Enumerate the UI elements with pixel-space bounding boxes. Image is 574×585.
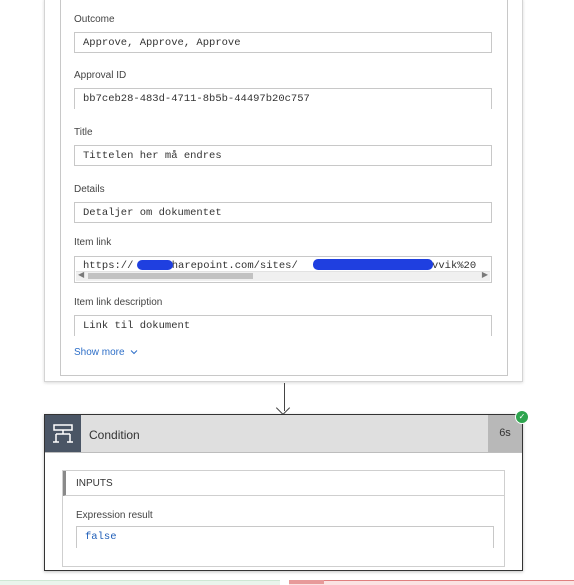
title-label: Title xyxy=(74,127,93,138)
no-branch-marker xyxy=(289,580,324,584)
details-value[interactable]: Detaljer om dokumentet xyxy=(74,202,492,223)
inputs-panel: INPUTS Expression result false xyxy=(62,470,505,567)
outcome-value[interactable]: Approve, Approve, Approve xyxy=(74,32,492,53)
show-more-button[interactable]: Show more xyxy=(74,347,138,358)
show-more-label: Show more xyxy=(74,347,125,358)
approval-id-value[interactable]: bb7ceb28-483d-4711-8b5b-44497b20c757 xyxy=(74,88,492,109)
chevron-down-icon xyxy=(131,350,138,355)
scroll-thumb[interactable] xyxy=(88,273,253,279)
no-branch-strip xyxy=(289,580,574,585)
redaction-mark xyxy=(137,260,173,270)
condition-title: Condition xyxy=(89,428,140,442)
redaction-mark xyxy=(313,259,433,270)
item-link-description-label: Item link description xyxy=(74,297,163,308)
horizontal-scrollbar[interactable]: ◀ ▶ xyxy=(76,271,490,281)
scroll-left-icon[interactable]: ◀ xyxy=(78,270,84,280)
approval-outputs-panel: Outcome Approve, Approve, Approve Approv… xyxy=(60,0,508,376)
inputs-title: INPUTS xyxy=(76,478,113,489)
yes-branch-strip xyxy=(0,580,280,585)
outcome-label: Outcome xyxy=(74,14,115,25)
expression-result-value[interactable]: false xyxy=(76,526,494,548)
condition-icon xyxy=(45,415,81,452)
arrow-down-icon xyxy=(275,400,291,416)
title-value[interactable]: Tittelen her må endres xyxy=(74,145,492,166)
approval-id-label: Approval ID xyxy=(74,70,127,81)
details-label: Details xyxy=(74,184,105,195)
scroll-right-icon[interactable]: ▶ xyxy=(482,270,488,280)
success-check-icon: ✓ xyxy=(515,410,529,424)
item-link-value[interactable]: https://sharepoint.com/sites/Avvik%20 ◀ … xyxy=(74,256,492,283)
condition-action-card[interactable]: Condition 6s INPUTS Expression result fa… xyxy=(44,414,523,571)
item-link-label: Item link xyxy=(74,237,112,248)
approval-action-card: Outcome Approve, Approve, Approve Approv… xyxy=(44,0,523,382)
expression-result-label: Expression result xyxy=(76,510,153,521)
condition-header[interactable]: Condition 6s xyxy=(45,415,522,453)
item-link-description-value[interactable]: Link til dokument xyxy=(74,315,492,336)
inputs-header[interactable]: INPUTS xyxy=(63,471,504,496)
